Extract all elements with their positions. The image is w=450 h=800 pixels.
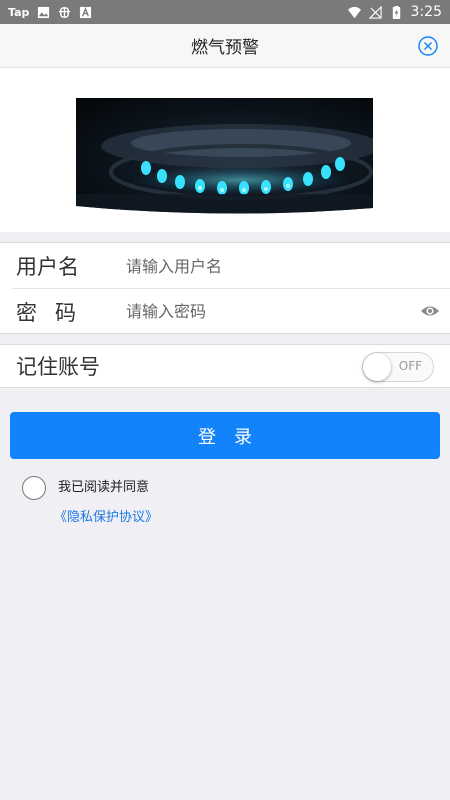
wifi-icon [347,6,361,18]
username-label: 用户名 [16,255,79,279]
login-button[interactable]: 登录 [10,412,440,459]
eye-icon[interactable] [420,301,440,321]
remember-account-toggle[interactable]: OFF [362,352,434,382]
agree-radio[interactable] [22,476,46,500]
toggle-knob [363,353,391,381]
clock-time: 3:25 [410,4,442,20]
close-icon[interactable] [418,36,438,56]
gas-flame-banner [76,98,373,214]
status-bar: Tap 3:25 [0,0,450,24]
bug-icon [59,6,71,18]
app-label: Tap [8,5,30,19]
image-icon [38,6,50,18]
title-bar: 燃气预警 [0,24,450,68]
password-input[interactable] [126,302,366,321]
login-form: 用户名 密码 [0,242,450,334]
battery-icon [392,5,400,19]
signal-icon [368,5,382,19]
font-icon [80,6,92,18]
privacy-policy-link[interactable]: 《隐私保护协议》 [54,506,158,525]
username-row: 用户名 [0,243,450,289]
remember-account-label: 记住账号 [16,355,100,379]
password-row: 密码 [12,288,450,334]
toggle-state-text: OFF [398,359,422,373]
password-label: 密码 [16,300,94,325]
remember-account-row: 记住账号 OFF [0,344,450,388]
banner-area [0,68,450,232]
agreement-row: 我已阅读并同意 [22,476,149,500]
username-input[interactable] [126,256,366,276]
agreement-text: 我已阅读并同意 [58,479,150,495]
page-title: 燃气预警 [191,38,259,58]
